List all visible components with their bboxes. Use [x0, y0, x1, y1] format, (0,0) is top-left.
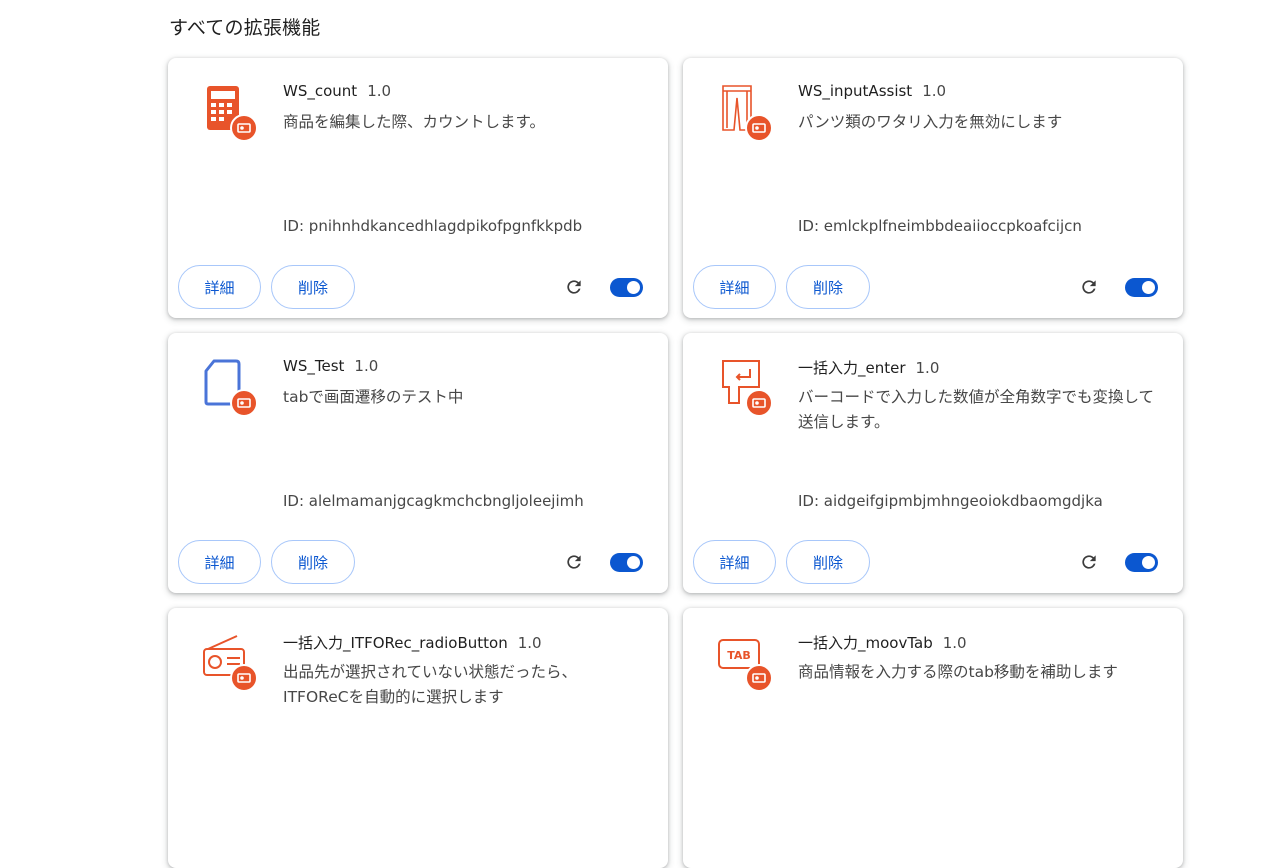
pants-icon [715, 82, 775, 142]
enter-key-icon [715, 357, 775, 417]
extension-description: パンツ類のワタリ入力を無効にします [798, 113, 1063, 131]
details-button[interactable]: 詳細 [693, 265, 776, 309]
extension-id: ID: alelmamanjgcagkmchcbngljoleejimh [283, 492, 584, 510]
details-button[interactable]: 詳細 [178, 540, 261, 584]
reload-icon[interactable] [1079, 552, 1099, 572]
extension-badge-icon [230, 389, 258, 417]
extension-version: 1.0 [942, 634, 967, 652]
remove-button[interactable]: 削除 [786, 540, 870, 584]
extension-version: 1.0 [517, 634, 542, 652]
toggle-knob [1142, 281, 1155, 294]
extension-name: WS_Test [283, 357, 345, 375]
enable-toggle[interactable] [1125, 553, 1158, 572]
extension-card: WS_inputAssist 1.0 パンツ類のワタリ入力を無効にします ID: … [683, 58, 1183, 318]
radio-icon [200, 632, 260, 692]
extension-card: TAB 一括入力_moovTab 1.0 商品情報を入力する際のtab移動を補助し… [683, 608, 1183, 868]
extension-description: tabで画面遷移のテスト中 [283, 388, 464, 406]
details-button[interactable]: 詳細 [178, 265, 261, 309]
toggle-knob [1142, 556, 1155, 569]
extension-name: WS_inputAssist [798, 82, 913, 100]
extension-badge-icon [745, 114, 773, 142]
extension-version: 1.0 [922, 82, 947, 100]
enable-toggle[interactable] [610, 278, 643, 297]
calculator-icon [200, 82, 260, 142]
remove-button[interactable]: 削除 [786, 265, 870, 309]
extension-description: 商品を編集した際、カウントします。 [283, 113, 545, 131]
reload-icon[interactable] [564, 552, 584, 572]
extension-name: 一括入力_ITFORec_radioButton [283, 634, 508, 652]
extension-id: ID: pnihnhdkancedhlagdpikofpgnfkkpdb [283, 217, 583, 235]
extension-card: 一括入力_enter 1.0 バーコードで入力した数値が全角数字でも変換して送信し… [683, 333, 1183, 593]
extension-badge-icon [230, 664, 258, 692]
extension-description: バーコードで入力した数値が全角数字でも変換して送信します。 [798, 388, 1155, 431]
extension-description: 出品先が選択されていない状態だったら、ITFOReCを自動的に選択します [283, 663, 578, 706]
toggle-knob [627, 556, 640, 569]
enable-toggle[interactable] [610, 553, 643, 572]
extension-version: 1.0 [915, 359, 940, 377]
extension-name: 一括入力_enter [798, 359, 906, 377]
enable-toggle[interactable] [1125, 278, 1158, 297]
toggle-knob [627, 281, 640, 294]
extension-name: WS_count [283, 82, 358, 100]
extension-version: 1.0 [367, 82, 392, 100]
extension-card: WS_Test 1.0 tabで画面遷移のテスト中 ID: alelmamanjg… [168, 333, 668, 593]
extension-version: 1.0 [354, 357, 379, 375]
remove-button[interactable]: 削除 [271, 540, 355, 584]
reload-icon[interactable] [1079, 277, 1099, 297]
reload-icon[interactable] [564, 277, 584, 297]
extension-badge-icon [230, 114, 258, 142]
section-title: すべての拡張機能 [169, 17, 321, 39]
tab-key-icon: TAB [715, 632, 775, 692]
extension-badge-icon [745, 389, 773, 417]
details-button[interactable]: 詳細 [693, 540, 776, 584]
extension-badge-icon [745, 664, 773, 692]
extension-id: ID: emlckplfneimbbdeaiioccpkoafcijcn [798, 217, 1082, 235]
extension-description: 商品情報を入力する際のtab移動を補助します [798, 663, 1118, 681]
extension-card: 一括入力_ITFORec_radioButton 1.0 出品先が選択されていない… [168, 608, 668, 868]
extension-name: 一括入力_moovTab [798, 634, 933, 652]
extension-id: ID: aidgeifgipmbjmhngeoiokdbaomgdjka [798, 492, 1103, 510]
extension-card: WS_count 1.0 商品を編集した際、カウントします。 ID: pnihnh… [168, 58, 668, 318]
remove-button[interactable]: 削除 [271, 265, 355, 309]
document-icon [200, 357, 260, 417]
tab-key-label: TAB [727, 649, 751, 662]
